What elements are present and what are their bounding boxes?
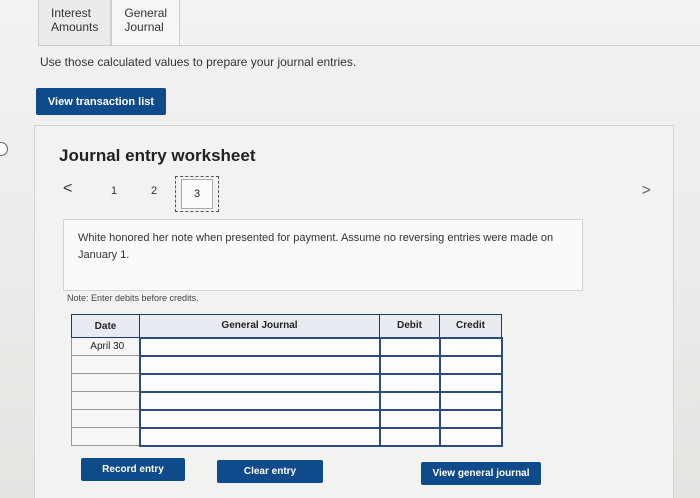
debit-input[interactable] — [378, 426, 441, 447]
tab-bar: Interest Amounts General Journal — [38, 0, 181, 46]
credit-input[interactable] — [438, 336, 503, 357]
debit-input[interactable] — [378, 390, 441, 411]
account-input[interactable] — [138, 426, 381, 447]
page-3-label: 3 — [180, 179, 214, 209]
page-2-link[interactable]: 2 — [151, 185, 157, 197]
tab-label: Interest Amounts — [51, 6, 99, 34]
debit-input[interactable] — [378, 372, 441, 393]
credit-input[interactable] — [438, 426, 503, 447]
col-header-date: Date — [71, 314, 140, 338]
clear-entry-button[interactable]: Clear entry — [217, 460, 323, 483]
debit-input[interactable] — [378, 336, 441, 357]
table-row: April 30 — [71, 336, 503, 357]
col-header-credit: Credit — [439, 314, 502, 338]
date-cell[interactable] — [71, 427, 140, 446]
instructions-text: Use those calculated values to prepare y… — [40, 55, 357, 69]
view-general-journal-button[interactable]: View general journal — [421, 462, 541, 485]
date-cell[interactable] — [71, 355, 140, 374]
page-3-current[interactable]: 3 — [175, 176, 219, 212]
tab-label: General Journal — [124, 6, 168, 34]
credit-input[interactable] — [438, 408, 503, 429]
credit-input[interactable] — [438, 390, 503, 411]
account-input[interactable] — [138, 354, 381, 375]
record-entry-button[interactable]: Record entry — [81, 458, 185, 481]
chevron-left-icon[interactable]: < — [63, 180, 72, 198]
account-input[interactable] — [138, 336, 381, 357]
side-circle-icon — [0, 142, 8, 156]
date-cell[interactable]: April 30 — [71, 337, 140, 356]
worksheet-pager: < 1 2 3 > — [59, 176, 651, 212]
col-header-debit: Debit — [379, 314, 440, 338]
tab-interest-amounts[interactable]: Interest Amounts — [38, 0, 112, 46]
table-row — [71, 426, 503, 447]
debit-input[interactable] — [378, 354, 441, 375]
journal-table: Date General Journal Debit Credit April … — [71, 314, 503, 447]
transaction-description: White honored her note when presented fo… — [63, 219, 583, 291]
note-text: Note: Enter debits before credits. — [67, 293, 199, 303]
page-1-link[interactable]: 1 — [111, 185, 117, 197]
debit-input[interactable] — [378, 408, 441, 429]
journal-worksheet-panel: Journal entry worksheet < 1 2 3 > White … — [34, 125, 674, 498]
date-cell[interactable] — [71, 373, 140, 392]
worksheet-title: Journal entry worksheet — [59, 146, 256, 165]
tab-general-journal[interactable]: General Journal — [111, 0, 181, 46]
col-header-general-journal: General Journal — [139, 314, 380, 338]
chevron-right-icon[interactable]: > — [642, 182, 651, 200]
table-row — [71, 390, 503, 411]
date-cell[interactable] — [71, 391, 140, 410]
credit-input[interactable] — [438, 372, 503, 393]
account-input[interactable] — [138, 408, 381, 429]
account-input[interactable] — [138, 372, 381, 393]
table-row — [71, 354, 503, 375]
table-row — [71, 372, 503, 393]
table-row — [71, 408, 503, 429]
date-cell[interactable] — [71, 409, 140, 428]
page: Interest Amounts General Journal Use tho… — [0, 0, 700, 498]
view-transaction-list-button[interactable]: View transaction list — [36, 88, 166, 115]
account-input[interactable] — [138, 390, 381, 411]
tab-divider — [38, 45, 700, 46]
credit-input[interactable] — [438, 354, 503, 375]
